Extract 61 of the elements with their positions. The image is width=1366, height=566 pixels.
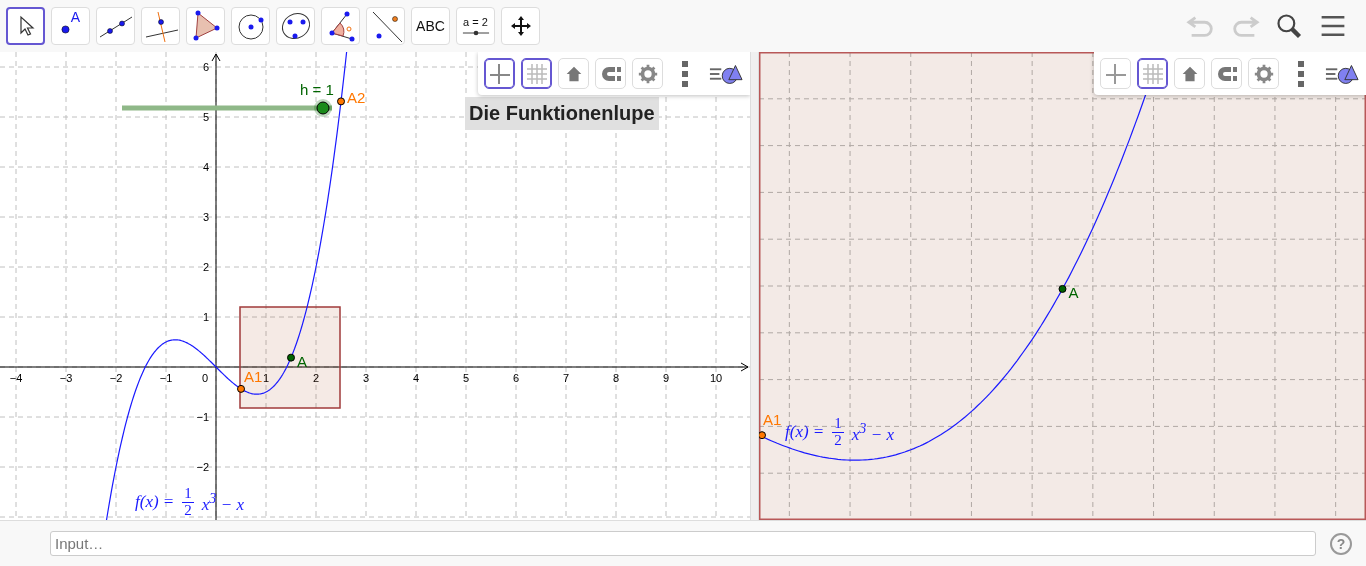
point[interactable] [337,97,345,106]
axis-label: 9 [662,372,670,384]
grid-toggle[interactable] [1137,58,1168,89]
axis-label: 2 [202,261,209,273]
point-label: A [1068,283,1079,301]
magnet-button[interactable] [595,58,626,89]
tool-button[interactable]: A [51,7,90,45]
axis-label: 6 [202,61,209,73]
point-label: A [297,352,307,370]
axis-label: 8 [612,372,620,384]
grid-icon [1140,61,1165,86]
axis-label: 5 [462,372,470,384]
point[interactable] [237,384,245,393]
axis-label: −1 [159,372,173,384]
input-field[interactable]: Input… [50,531,1316,556]
point-label: A2 [347,89,366,107]
axis-label: −1 [196,411,209,423]
point[interactable] [287,353,295,362]
home-button[interactable] [1174,58,1205,89]
axis-label: 6 [512,372,520,384]
slider-tool-button[interactable]: a = 2 [456,7,495,45]
slider-handle[interactable] [314,99,332,117]
axis-label: 3 [362,372,370,384]
axis-label: −4 [9,372,23,384]
axis-label: 4 [412,372,420,384]
point-label: A1 [244,367,263,385]
home-button[interactable] [558,58,589,89]
axis-label: 0 [201,372,208,384]
more-options-icon[interactable] [681,58,689,89]
search-icon[interactable] [1274,12,1304,40]
axis-label: 4 [202,161,209,173]
axis-label: −3 [59,372,73,384]
axes-toggle[interactable] [484,58,515,89]
tool-button[interactable] [6,7,45,45]
slider-icon [461,30,490,36]
settings-button[interactable] [632,58,663,89]
axis-label: 2 [312,372,320,384]
axis-label: 3 [202,211,209,223]
settings-button[interactable] [1248,58,1279,89]
axes-icon [1103,61,1128,86]
slider-label: h = 1 [300,81,334,98]
point-label: A1 [763,411,782,429]
point[interactable] [759,431,766,440]
text-label: Die Funktionenlupe [465,97,659,130]
axis-label: 5 [202,111,209,123]
axis-label: −2 [109,372,123,384]
point-icon [60,25,70,34]
point[interactable] [1058,284,1067,293]
grid-icon [524,61,549,86]
magnet-button[interactable] [1211,58,1242,89]
gear-icon [636,62,659,85]
more-options-icon[interactable] [1297,58,1305,89]
axis-label: −2 [196,461,209,473]
text-tool-button[interactable]: ABC [411,7,450,45]
axis-label: 1 [262,372,270,384]
grid-toggle[interactable] [521,58,552,89]
axes-icon [487,61,512,86]
gear-icon [1252,62,1275,85]
axis-label: 1 [202,311,209,323]
axis-label: 7 [562,372,570,384]
axis-label: 10 [709,372,723,384]
